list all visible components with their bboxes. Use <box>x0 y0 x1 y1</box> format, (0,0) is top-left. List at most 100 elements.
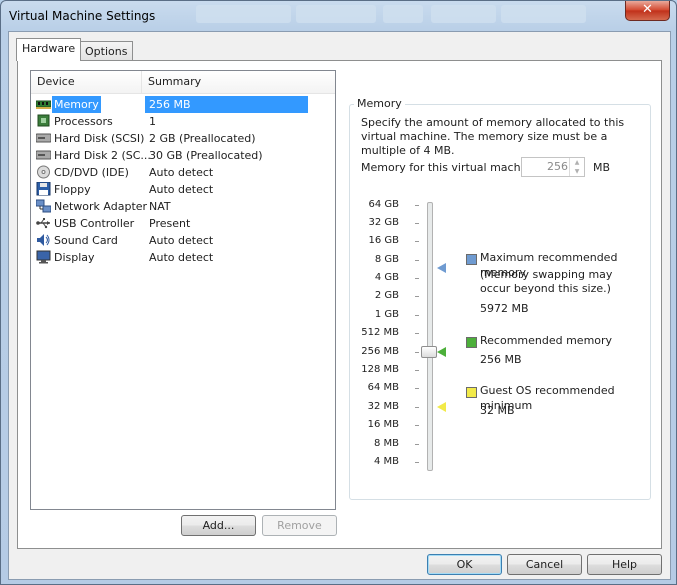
scale-tick <box>415 205 419 206</box>
help-button[interactable]: Help <box>587 554 662 575</box>
scale-label: 128 MB <box>361 364 399 375</box>
scale-tick <box>415 315 419 316</box>
device-row-cd-dvd[interactable]: CD/DVD (IDE) Auto detect <box>34 164 308 181</box>
spin-up-icon[interactable]: ▲ <box>570 158 584 167</box>
memory-value: 256 <box>547 160 568 173</box>
max-memory-legend-value: 5972 MB <box>480 302 529 315</box>
cd-dvd-icon <box>37 165 50 179</box>
device-row-processors[interactable]: Processors 1 <box>34 113 308 130</box>
device-summary: 30 GB (Preallocated) <box>149 149 263 162</box>
background-blur <box>501 5 586 23</box>
device-row-floppy[interactable]: Floppy Auto detect <box>34 181 308 198</box>
hard-disk-icon <box>36 150 51 160</box>
scale-tick <box>415 425 419 426</box>
close-button[interactable]: ✕ <box>625 1 670 21</box>
hard-disk-icon <box>36 133 51 143</box>
device-name: Processors <box>54 115 113 128</box>
minimum-memory-legend-value: 32 MB <box>480 404 515 417</box>
remove-button[interactable]: Remove <box>262 515 337 536</box>
dialog-client: Hardware Options Device Summary Memory 2… <box>8 31 671 580</box>
device-summary: 2 GB (Preallocated) <box>149 132 256 145</box>
device-name: Memory <box>52 96 101 113</box>
device-summary: 256 MB <box>145 96 308 113</box>
scale-tick <box>415 296 419 297</box>
device-row-memory[interactable]: Memory 256 MB <box>34 96 308 113</box>
minimum-memory-legend-swatch <box>466 387 477 398</box>
ok-button[interactable]: OK <box>427 554 502 575</box>
tab-options[interactable]: Options <box>79 41 134 62</box>
memory-spinbox[interactable]: 256 ▲ ▼ <box>521 157 585 177</box>
column-header-device[interactable]: Device <box>31 71 142 93</box>
device-row-hard-disk[interactable]: Hard Disk (SCSI) 2 GB (Preallocated) <box>34 130 308 147</box>
scale-tick <box>415 462 419 463</box>
background-blur <box>431 5 496 23</box>
scale-label: 16 GB <box>368 235 399 246</box>
spin-down-icon[interactable]: ▼ <box>570 167 584 176</box>
device-row-hard-disk-2[interactable]: Hard Disk 2 (SC... 30 GB (Preallocated) <box>34 147 308 164</box>
device-name: Floppy <box>54 183 91 196</box>
device-row-network-adapter[interactable]: Network Adapter NAT <box>34 198 308 215</box>
background-blur <box>296 5 376 23</box>
device-summary: Auto detect <box>149 166 214 179</box>
column-header-summary[interactable]: Summary <box>142 71 335 93</box>
recommended-memory-legend-value: 256 MB <box>480 353 522 366</box>
scale-label: 64 GB <box>368 199 399 210</box>
background-blur <box>196 5 291 23</box>
cancel-button[interactable]: Cancel <box>507 554 582 575</box>
scale-label: 8 GB <box>374 254 399 265</box>
scale-tick <box>415 444 419 445</box>
scale-label: 2 GB <box>374 290 399 301</box>
dialog-window: Virtual Machine Settings ✕ Hardware Opti… <box>0 0 677 585</box>
tab-hardware[interactable]: Hardware <box>16 38 82 61</box>
scale-label: 1 GB <box>374 309 399 320</box>
device-name: CD/DVD (IDE) <box>54 166 129 179</box>
device-row-usb-controller[interactable]: USB Controller Present <box>34 215 308 232</box>
scale-label: 4 GB <box>374 272 399 283</box>
scale-label: 256 MB <box>361 346 399 357</box>
scale-tick <box>415 407 419 408</box>
sound-card-icon <box>37 234 50 246</box>
memory-slider-track[interactable] <box>427 202 433 471</box>
title-bar[interactable]: Virtual Machine Settings ✕ <box>1 1 676 31</box>
scale-tick <box>415 388 419 389</box>
recommended-memory-legend-swatch <box>466 337 477 348</box>
window-title: Virtual Machine Settings <box>9 9 156 23</box>
max-memory-marker-icon <box>437 263 446 273</box>
memory-field-label: Memory for this virtual machine: <box>361 161 542 174</box>
device-name: Hard Disk 2 (SC... <box>54 149 151 162</box>
scale-tick <box>415 278 419 279</box>
scale-label: 512 MB <box>361 327 399 338</box>
device-row-display[interactable]: Display Auto detect <box>34 249 308 266</box>
device-summary: Auto detect <box>149 183 214 196</box>
floppy-icon <box>36 182 51 196</box>
scale-tick <box>415 260 419 261</box>
device-name: Display <box>54 251 95 264</box>
recommended-memory-marker-icon <box>437 347 446 357</box>
device-summary: Auto detect <box>149 251 214 264</box>
device-summary: Present <box>149 217 191 230</box>
device-name: Hard Disk (SCSI) <box>54 132 145 145</box>
max-memory-legend-swatch <box>466 254 477 265</box>
memory-unit: MB <box>593 161 611 174</box>
device-list[interactable]: Device Summary Memory 256 MB Processors … <box>30 70 336 510</box>
add-button[interactable]: Add... <box>181 515 256 536</box>
memory-slider-thumb[interactable] <box>421 346 437 358</box>
scale-label: 16 MB <box>367 419 399 430</box>
recommended-memory-legend-title: Recommended memory <box>480 334 613 347</box>
scale-label: 64 MB <box>367 382 399 393</box>
memory-group-label: Memory <box>354 97 405 110</box>
usb-icon <box>36 218 50 229</box>
close-icon: ✕ <box>642 2 653 17</box>
device-summary: NAT <box>149 200 171 213</box>
device-name: Network Adapter <box>54 200 148 213</box>
display-icon <box>36 250 51 264</box>
device-name: USB Controller <box>54 217 135 230</box>
scale-tick <box>415 352 419 353</box>
spin-arrows[interactable]: ▲ ▼ <box>569 158 584 176</box>
minimum-memory-marker-icon <box>437 402 446 412</box>
scale-tick <box>415 241 419 242</box>
max-memory-legend-note: (Memory swapping may occur beyond this s… <box>480 268 613 295</box>
scale-tick <box>415 370 419 371</box>
device-row-sound-card[interactable]: Sound Card Auto detect <box>34 232 308 249</box>
memory-description: Specify the amount of memory allocated t… <box>361 116 625 157</box>
